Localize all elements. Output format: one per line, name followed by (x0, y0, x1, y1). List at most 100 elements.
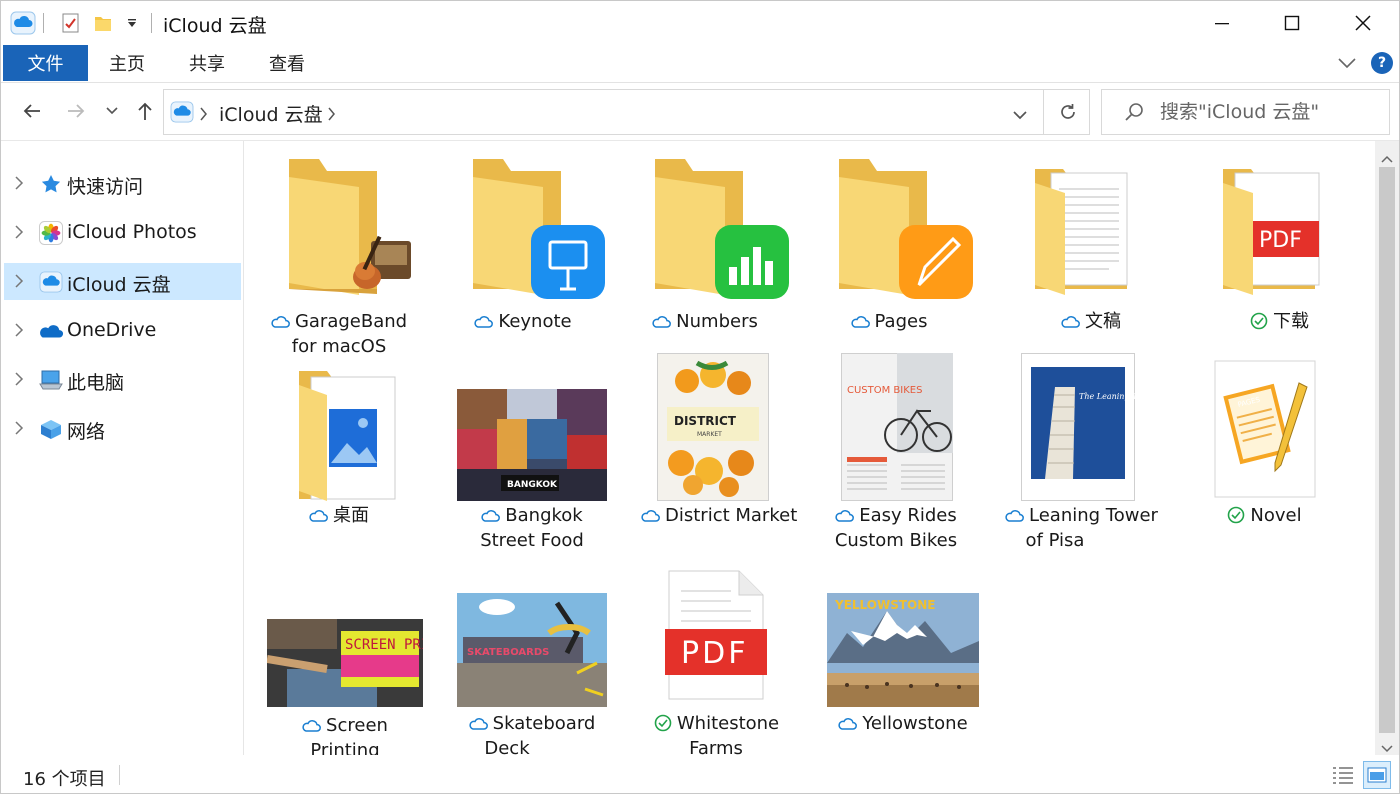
address-history-chevron-icon[interactable] (1012, 107, 1028, 126)
tab-share[interactable]: 共享 (173, 45, 241, 81)
file-item-name: 文稿 (1001, 309, 1181, 334)
up-arrow-icon[interactable] (131, 97, 159, 125)
expand-chevron-icon[interactable] (14, 372, 24, 386)
file-item-leaning-tower[interactable]: The Leaning Tower of Pisa Leaning Tower … (1005, 353, 1185, 559)
file-name-line: Street Food (480, 530, 584, 551)
doc-pisa-thumbnail: The Leaning Tower of Pisa (1021, 353, 1135, 501)
file-item-documents[interactable]: 文稿 (1001, 149, 1181, 359)
file-item-garageband[interactable]: GarageBand for macOS (249, 149, 429, 359)
folder-numbers-icon (655, 159, 789, 299)
file-item-easy-rides[interactable]: CUSTOM BIKES Easy Rides Custom Bikes (823, 353, 1003, 559)
yellowstone-thumb-text: YELLOWSTONE (834, 598, 935, 612)
large-icons-view-icon[interactable] (1363, 761, 1391, 789)
bikes-thumb-text: CUSTOM BIKES (847, 385, 922, 396)
file-item-numbers[interactable]: Numbers (615, 149, 795, 359)
window-title: iCloud 云盘 (163, 15, 267, 37)
file-item-district-market[interactable]: DISTRICT MARKET District Market (641, 353, 821, 559)
file-item-desktop[interactable]: 桌面 (269, 357, 449, 557)
scrollbar-thumb[interactable] (1379, 167, 1395, 733)
file-name-line: Leaning Tower (1029, 505, 1158, 526)
help-icon[interactable]: ? (1371, 52, 1393, 74)
expand-chevron-icon[interactable] (14, 225, 24, 239)
file-name-line: Easy Rides (859, 505, 957, 526)
vertical-scrollbar[interactable] (1375, 141, 1399, 755)
file-item-bangkok[interactable]: BANGKOK Bangkok Street Food (457, 389, 637, 559)
synced-status-icon (1250, 312, 1268, 330)
scroll-up-arrow-icon[interactable] (1381, 149, 1393, 168)
file-item-yellowstone[interactable]: YELLOWSTONE Yellowstone (827, 593, 1007, 755)
explorer-window: iCloud 云盘 文件 主页 共享 查看 ? iCloud 云盘 搜索"iCl… (0, 0, 1400, 794)
image-bangkok-thumbnail: BANGKOK (457, 389, 607, 501)
sidebar-item-onedrive[interactable]: OneDrive (4, 312, 241, 349)
cloud-status-icon (271, 316, 290, 328)
file-name-line: 下载 (1273, 311, 1309, 332)
expand-chevron-icon[interactable] (14, 274, 24, 288)
file-item-screen-printing[interactable]: SCREEN PRINTING Screen Printing (267, 619, 447, 755)
title-separator (151, 13, 152, 33)
file-item-novel[interactable]: PAGES Novel (1189, 357, 1369, 559)
tab-file[interactable]: 文件 (3, 45, 88, 81)
sidebar-item-label: OneDrive (67, 319, 157, 341)
breadcrumb-current[interactable]: iCloud 云盘 (219, 100, 323, 127)
customize-toolbar-icon[interactable] (123, 9, 141, 37)
address-bar[interactable]: iCloud 云盘 (163, 89, 1090, 135)
pages-document-icon: PAGES (1214, 360, 1316, 498)
file-item-keynote[interactable]: Keynote (433, 149, 613, 359)
image-screen-printing-thumbnail: SCREEN PRINTING (267, 619, 423, 707)
cloud-status-icon (1061, 316, 1080, 328)
folder-documents-icon (1035, 169, 1128, 295)
file-item-pages[interactable]: Pages (799, 149, 979, 359)
icloud-icon (38, 269, 64, 295)
tab-view[interactable]: 查看 (253, 45, 321, 81)
expand-chevron-icon[interactable] (14, 323, 24, 337)
expand-ribbon-chevron-icon[interactable] (1337, 55, 1357, 74)
photos-icon (38, 220, 64, 246)
district-thumb-title: DISTRICT (674, 414, 737, 428)
search-icon (1124, 102, 1144, 126)
forward-arrow-icon[interactable] (62, 97, 90, 125)
expand-chevron-icon[interactable] (14, 421, 24, 435)
file-grid: GarageBand for macOS Keynote Numbers Pag… (245, 141, 1375, 755)
file-item-downloads[interactable]: PDF 下载 (1189, 149, 1369, 359)
properties-icon[interactable] (59, 9, 83, 37)
cloud-status-icon (302, 720, 321, 732)
search-input[interactable] (1160, 98, 1380, 126)
sidebar-item-label: 快速访问 (67, 176, 144, 198)
file-item-name: District Market (641, 503, 797, 528)
breadcrumb-chevron-icon[interactable] (328, 106, 336, 125)
sidebar-item-quick-access[interactable]: 快速访问 (4, 165, 241, 202)
file-name-line: Printing (310, 740, 380, 755)
tab-home[interactable]: 主页 (93, 45, 161, 81)
navigation-bar: iCloud 云盘 (1, 83, 1399, 141)
refresh-icon[interactable] (1058, 102, 1078, 126)
file-name-line: Novel (1250, 505, 1302, 526)
maximize-button[interactable] (1257, 1, 1327, 45)
file-name-line: Custom Bikes (834, 530, 958, 551)
file-item-skateboard-deck[interactable]: SKATEBOARDS Skateboard Deck (457, 593, 637, 755)
file-item-name: Skateboard Deck (457, 711, 607, 755)
file-item-name: 桌面 (269, 503, 409, 528)
details-view-icon[interactable] (1331, 765, 1355, 789)
cloud-status-icon (474, 316, 494, 328)
sidebar-item-this-pc[interactable]: 此电脑 (4, 361, 241, 398)
doc-bikes-thumbnail: CUSTOM BIKES (841, 353, 953, 501)
minimize-button[interactable] (1187, 1, 1257, 45)
breadcrumb-chevron-icon[interactable] (200, 106, 208, 125)
close-button[interactable] (1328, 1, 1398, 45)
sidebar-item-network[interactable]: 网络 (4, 410, 241, 447)
file-name-line: of Pisa (1025, 530, 1085, 551)
file-item-whitestone-farms[interactable]: PDF Whitestone Farms (641, 569, 821, 755)
recent-locations-chevron-icon[interactable] (99, 97, 125, 125)
folder-keynote-icon (473, 159, 605, 299)
expand-chevron-icon[interactable] (14, 176, 24, 190)
file-name-line: Deck (484, 738, 530, 755)
file-item-name: Yellowstone (827, 711, 979, 736)
new-folder-icon[interactable] (91, 9, 115, 37)
sidebar-item-label: iCloud 云盘 (67, 274, 171, 296)
file-name-line: for macOS (291, 336, 387, 357)
back-arrow-icon[interactable] (18, 97, 46, 125)
sidebar-item-icloud-photos[interactable]: iCloud Photos (4, 214, 241, 251)
search-box[interactable] (1101, 89, 1390, 135)
app-icloud-icon[interactable] (9, 9, 37, 37)
sidebar-item-icloud-drive[interactable]: iCloud 云盘 (4, 263, 241, 300)
